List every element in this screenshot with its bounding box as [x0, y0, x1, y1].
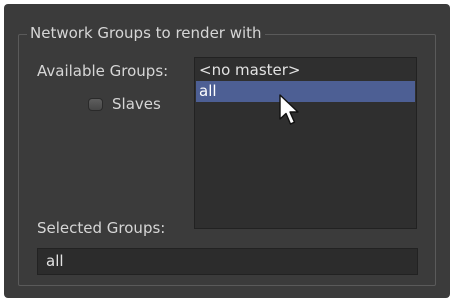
slaves-checkbox-label[interactable]: Slaves — [112, 94, 161, 114]
available-groups-label: Available Groups: — [37, 62, 169, 80]
slaves-checkbox[interactable]: Slaves — [88, 94, 161, 114]
selected-groups-label: Selected Groups: — [37, 219, 166, 237]
list-item-all[interactable]: all — [196, 81, 415, 102]
available-groups-list[interactable]: <no master> all — [194, 57, 417, 229]
list-item-no-master[interactable]: <no master> — [196, 60, 415, 81]
selected-groups-field[interactable]: all — [37, 248, 418, 275]
slaves-checkbox-box[interactable] — [88, 97, 103, 111]
groupbox-title: Network Groups to render with — [27, 22, 265, 44]
mouse-pointer-icon — [279, 94, 299, 125]
